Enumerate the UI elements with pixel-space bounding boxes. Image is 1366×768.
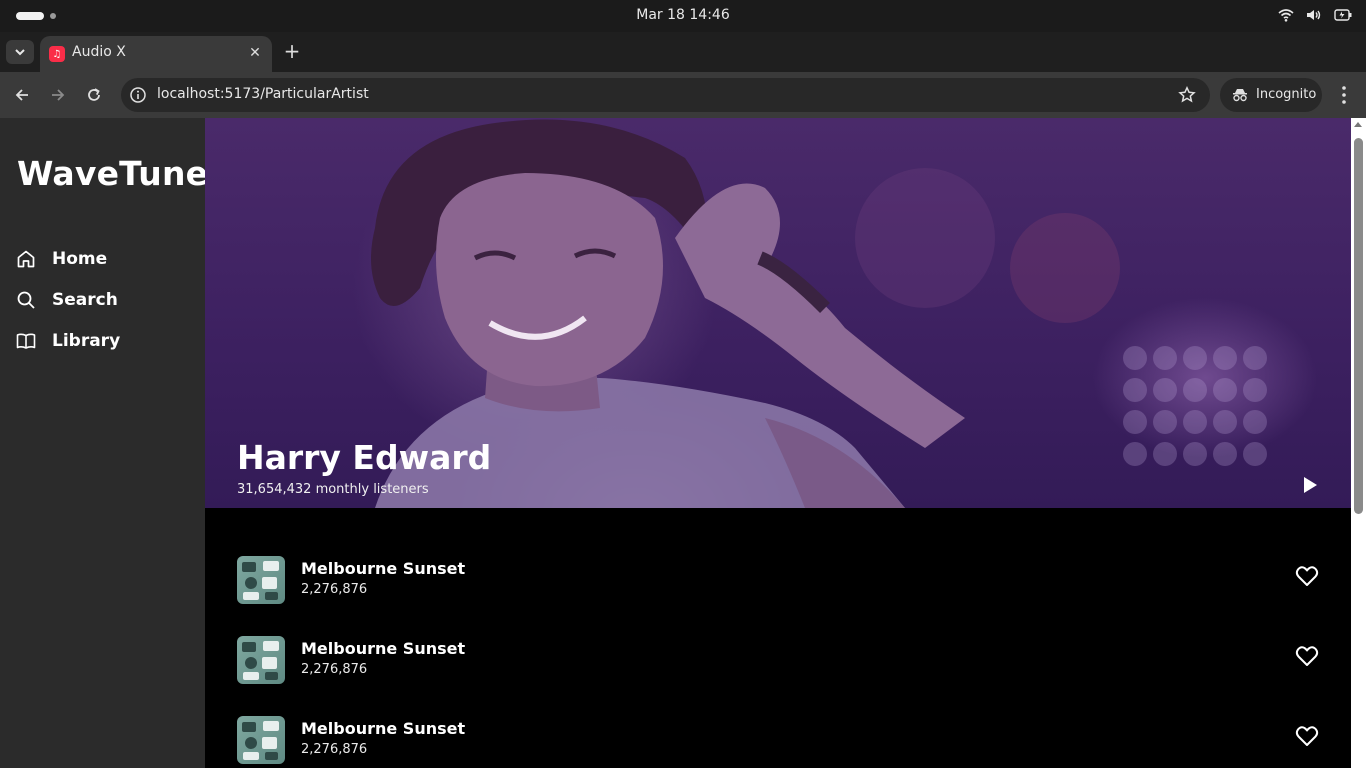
artist-page: Harry Edward 31,654,432 monthly listener… [205,118,1351,768]
play-button[interactable] [1297,472,1323,498]
os-top-bar: Mar 18 14:46 [0,0,1366,32]
home-icon [17,250,35,268]
track-plays: 2,276,876 [301,742,368,757]
volume-icon [1307,10,1321,20]
track-cover [237,716,285,764]
kebab-menu-icon[interactable] [1334,84,1354,106]
track-row[interactable]: Melbourne Sunset 2,276,876 [205,628,1351,684]
heart-icon[interactable] [1295,564,1319,588]
monthly-listeners: 31,654,432 monthly listeners [237,482,429,497]
arrow-right-icon [52,89,65,101]
artist-hero-banner: Harry Edward 31,654,432 monthly listener… [205,118,1351,508]
app-root: WaveTune Home Search Library Harry Edwar… [0,118,1366,768]
tab-title: Audio X [72,44,126,60]
address-bar[interactable]: localhost:5173/ParticularArtist [121,78,1210,112]
incognito-icon [1233,89,1247,102]
close-tab-icon[interactable]: ✕ [246,44,264,62]
scroll-up-arrow[interactable] [1354,122,1362,127]
incognito-badge[interactable]: Incognito [1220,78,1322,112]
track-row[interactable]: Melbourne Sunset 2,276,876 [205,548,1351,604]
track-title[interactable]: Melbourne Sunset [301,719,465,738]
url-text[interactable]: localhost:5173/ParticularArtist [157,86,369,102]
back-button[interactable] [10,83,34,107]
chevron-down-icon [15,49,25,56]
track-plays: 2,276,876 [301,662,368,677]
search-icon [17,291,35,309]
system-tray[interactable] [1278,8,1352,22]
sidebar-item-label: Library [52,331,121,351]
tab-search-button[interactable] [6,40,34,64]
music-note-icon: ♫ [49,46,65,62]
track-plays: 2,276,876 [301,582,368,597]
forward-button[interactable] [46,83,70,107]
heart-icon[interactable] [1295,644,1319,668]
heart-icon[interactable] [1295,724,1319,748]
battery-icon [1334,9,1352,21]
os-clock[interactable]: Mar 18 14:46 [0,7,1366,23]
track-title[interactable]: Melbourne Sunset [301,559,465,578]
new-tab-button[interactable]: + [282,39,302,63]
site-info-icon[interactable] [129,86,147,104]
arrow-left-icon [15,89,28,101]
artist-name: Harry Edward [237,438,492,477]
sidebar: WaveTune Home Search Library [0,118,208,768]
track-title[interactable]: Melbourne Sunset [301,639,465,658]
book-icon [16,333,36,349]
sidebar-item-library[interactable]: Library [16,327,120,355]
app-logo[interactable]: WaveTune [17,154,208,193]
browser-tab-active[interactable]: ♫ Audio X ✕ [40,36,272,72]
sidebar-item-search[interactable]: Search [16,286,118,314]
play-icon [1304,477,1317,493]
sidebar-item-label: Search [52,290,118,310]
track-cover [237,636,285,684]
reload-icon [88,88,100,101]
track-cover [237,556,285,604]
reload-button[interactable] [82,83,106,107]
sidebar-item-home[interactable]: Home [16,245,107,273]
scroll-thumb[interactable] [1354,138,1363,514]
bookmark-star-icon[interactable] [1178,86,1196,104]
track-row[interactable]: Melbourne Sunset 2,276,876 [205,708,1351,764]
sidebar-item-label: Home [52,249,108,269]
page-scrollbar[interactable] [1351,118,1366,768]
wifi-icon [1278,9,1294,22]
browser-tabstrip: ♫ Audio X ✕ + [0,32,1366,72]
incognito-label: Incognito [1256,87,1317,102]
browser-toolbar: localhost:5173/ParticularArtist Incognit… [0,72,1366,118]
